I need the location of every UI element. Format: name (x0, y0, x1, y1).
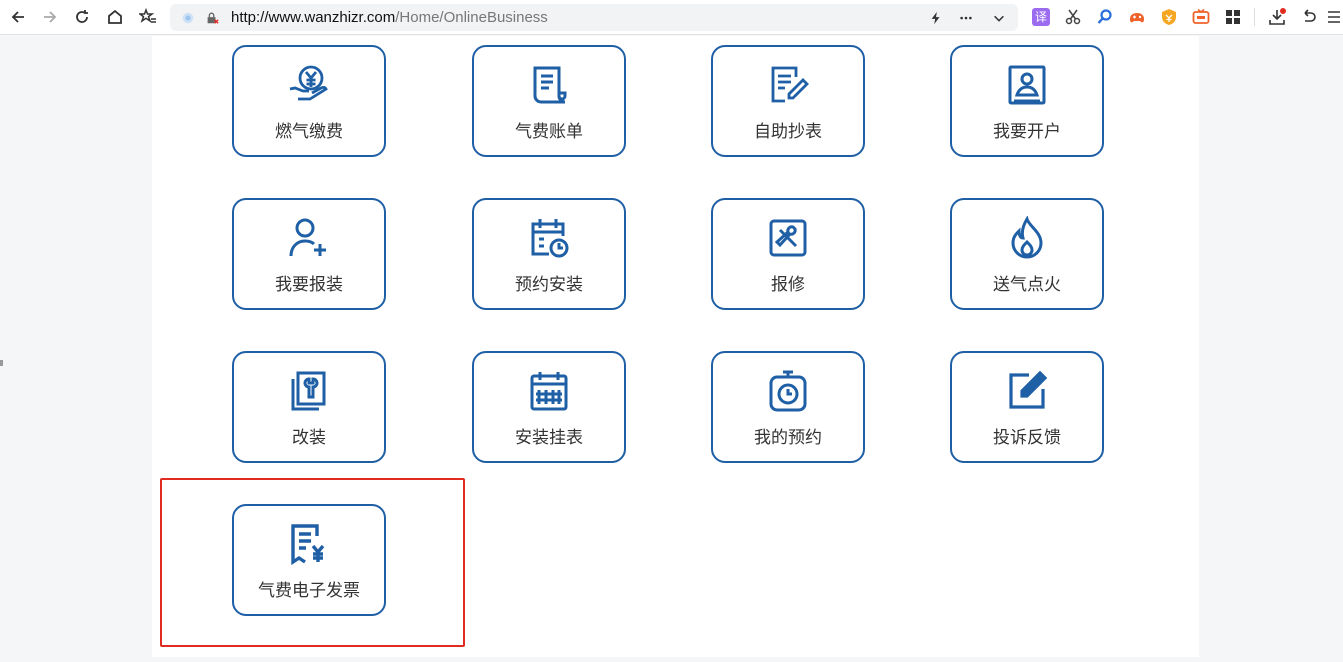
wrench-book-icon (287, 369, 331, 413)
service-label: 燃气缴费 (275, 122, 343, 142)
account-icon (1005, 63, 1049, 107)
service-label: 报修 (771, 275, 805, 295)
service-label: 自助抄表 (754, 122, 822, 142)
stopwatch-icon (766, 369, 810, 413)
page-edge-marker (0, 360, 3, 366)
search-icon[interactable] (1096, 8, 1114, 26)
service-meter-install[interactable]: 安装挂表 (472, 351, 626, 463)
more-icon[interactable] (958, 10, 974, 26)
service-label: 气费账单 (515, 122, 583, 142)
repair-icon (766, 216, 810, 260)
service-gas-ignition[interactable]: 送气点火 (950, 198, 1104, 310)
shield-icon[interactable] (1160, 8, 1178, 26)
translate-icon[interactable]: 译 (1032, 8, 1050, 26)
meter-read-icon (766, 63, 810, 107)
url-text[interactable]: http://www.wanzhizr.com/Home/OnlineBusin… (231, 9, 548, 26)
scissors-icon[interactable] (1064, 8, 1082, 26)
address-bar[interactable]: http://www.wanzhizr.com/Home/OnlineBusin… (170, 4, 1018, 31)
game-icon[interactable] (1128, 8, 1146, 26)
tv-icon[interactable] (1192, 8, 1210, 26)
highlight-box (160, 478, 465, 647)
favorites-icon[interactable] (136, 5, 160, 29)
yen-hand-icon (287, 63, 331, 107)
home-icon[interactable] (103, 5, 127, 29)
apps-icon[interactable] (1224, 8, 1242, 26)
service-complaint-feedback[interactable]: 投诉反馈 (950, 351, 1104, 463)
calendar-grid-icon (527, 369, 571, 413)
service-modification[interactable]: 改装 (232, 351, 386, 463)
browser-toolbar: http://www.wanzhizr.com/Home/OnlineBusin… (0, 0, 1343, 35)
service-book-installation[interactable]: 预约安装 (472, 198, 626, 310)
service-gas-bill[interactable]: 气费账单 (472, 45, 626, 157)
service-label: 我要报装 (275, 275, 343, 295)
service-open-account[interactable]: 我要开户 (950, 45, 1104, 157)
toolbar-separator (1254, 8, 1255, 26)
site-info-icon[interactable] (180, 10, 196, 26)
reload-icon[interactable] (70, 5, 94, 29)
add-user-icon (287, 216, 331, 260)
service-label: 我的预约 (754, 428, 822, 448)
bill-icon (527, 63, 571, 107)
edit-icon (1005, 369, 1049, 413)
menu-icon[interactable] (1327, 8, 1341, 26)
service-repair[interactable]: 报修 (711, 198, 865, 310)
flame-icon (1005, 215, 1049, 260)
service-apply-installation[interactable]: 我要报装 (232, 198, 386, 310)
lightning-icon[interactable] (928, 10, 944, 26)
service-self-meter-reading[interactable]: 自助抄表 (711, 45, 865, 157)
undo-icon[interactable] (1300, 8, 1318, 26)
chevron-down-icon[interactable] (991, 10, 1007, 26)
back-icon[interactable] (6, 5, 30, 29)
forward-icon[interactable] (38, 5, 62, 29)
calendar-clock-icon (527, 216, 571, 260)
service-label: 预约安装 (515, 275, 583, 295)
service-gas-payment[interactable]: 燃气缴费 (232, 45, 386, 157)
service-label: 送气点火 (993, 275, 1061, 295)
service-label: 安装挂表 (515, 428, 583, 448)
not-secure-icon[interactable] (204, 10, 220, 26)
service-my-appointments[interactable]: 我的预约 (711, 351, 865, 463)
service-label: 我要开户 (993, 122, 1061, 142)
service-label: 改装 (292, 428, 326, 448)
download-icon[interactable] (1268, 8, 1286, 26)
service-label: 投诉反馈 (993, 428, 1061, 448)
